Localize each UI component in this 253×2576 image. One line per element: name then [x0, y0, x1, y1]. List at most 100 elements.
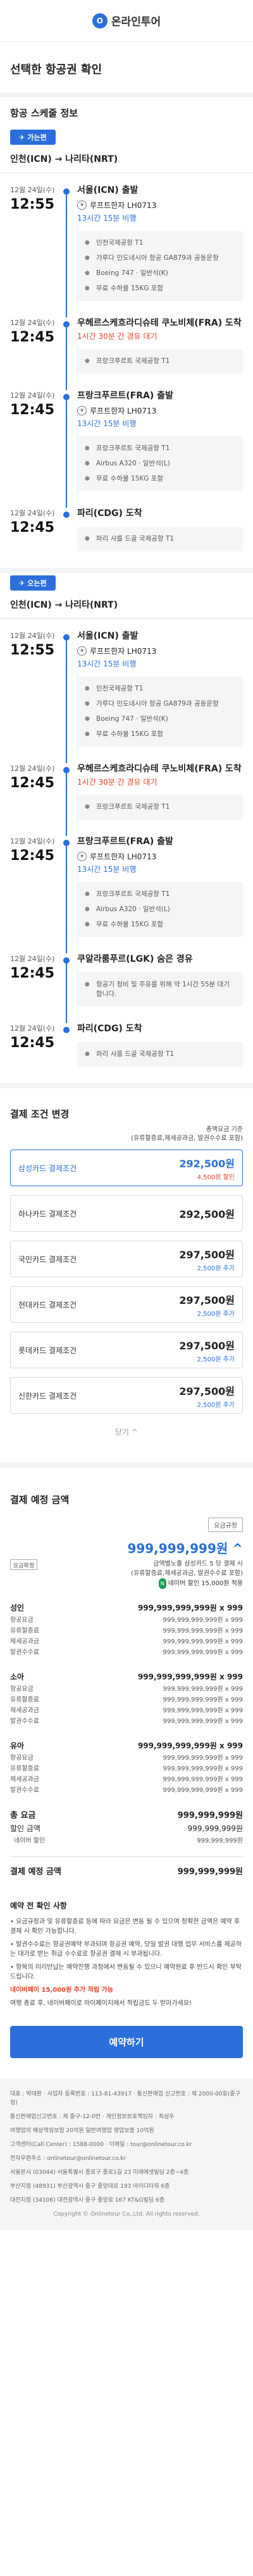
- section-divider: [0, 1463, 253, 1468]
- naver-icon: N: [158, 1578, 166, 1589]
- sum-divider: [10, 1856, 243, 1857]
- info-bullet-icon: ●: [85, 1051, 90, 1057]
- stop-clock: 12:45: [10, 329, 55, 345]
- fare-row-label: 제세공과금: [10, 1638, 39, 1645]
- payment-option-price: 297,500원 2,500원 추가: [179, 1383, 235, 1409]
- footer-line: 통신판매업신고번호 : 제 중구-12-0번 · 개인정보보호책임자 : 최삼두: [10, 2114, 175, 2120]
- info-text: Airbus A320 · 일반석(L): [96, 460, 170, 467]
- fare-row: 제세공과금 999,999,999,999원 x 999: [10, 1774, 243, 1785]
- info-text: 가루다 인도네시아 항공 GA879과 공동운항: [96, 254, 219, 262]
- total-fare-row: 총 요금 999,999,999원: [0, 1810, 253, 1822]
- collapse-button[interactable]: 닫기 ^: [0, 1423, 253, 1463]
- stop-clock: 12:45: [10, 1035, 55, 1051]
- stop-time: 12월 24일(수) 12:55: [10, 630, 62, 763]
- info-row: ● 인천국제공항 T1: [85, 238, 235, 248]
- timeline-dot: [63, 957, 70, 964]
- airline-name: 루프트한자 LH0713: [90, 852, 157, 861]
- payment-options: 삼성카드 결제조건 292,500원 4,500원 할인하나카드 결제조건 292,5…: [0, 1150, 253, 1414]
- payment-option[interactable]: 국민카드 결제조건 297,500원 2,500원 추가: [10, 1241, 243, 1277]
- stop-body: 우헤르스케흐라디슈테 쿠노비체(FRA) 도착 1시간 30분 간 경유 대기 ● 프…: [71, 763, 243, 836]
- info-row: ● 프랑크푸르트 국제공항 T1: [85, 444, 235, 453]
- fare-group-label: 소아: [10, 1672, 25, 1681]
- payment-option-price: 292,500원: [179, 1206, 235, 1221]
- footer: 대표 : 박태환 · 사업자 등록번호 : 113-81-43917 · 통신판…: [0, 2078, 253, 2230]
- info-bullet-icon: ●: [85, 921, 90, 928]
- payment-option-sub: 2,500원 추가: [197, 1265, 235, 1272]
- stop-info-box: ● 인천국제공항 T1 ● 가루다 인도네시아 항공 GA879과 공동운항 ● Boei…: [77, 677, 243, 747]
- total-amount-toggle[interactable]: 999,999,999원 ^: [0, 1532, 253, 1557]
- airline-icon: ✈: [77, 200, 87, 210]
- payment-title: 결제 조건 변경: [10, 1108, 70, 1120]
- payment-option[interactable]: 하나카드 결제조건 292,500원: [10, 1195, 243, 1232]
- info-bullet-icon: ●: [85, 240, 90, 246]
- leg-badge-label: 오는편: [27, 579, 47, 587]
- payment-note-line2: (유류할증료,제세공과금, 발권수수료 포함): [131, 1135, 243, 1142]
- fare-rule-button[interactable]: 요금규정: [208, 1518, 243, 1532]
- naver-discount-value: 999,999,999원: [197, 1837, 243, 1844]
- fare-group: 소아 999,999,999,999원 x 999 항공요금 999,999,999,…: [10, 1672, 243, 1727]
- timeline-stop: 12월 24일(수) 12:55 서울(ICN) 출발 ✈ 루프트한자 LH0713 13…: [0, 185, 253, 317]
- stop-city: 파리(CDG) 도착: [77, 1024, 142, 1034]
- timeline-line: [62, 185, 71, 317]
- logo[interactable]: O 온라인투어: [92, 13, 161, 28]
- timeline-line: [62, 630, 71, 763]
- discount-note: N 네이버 할인 15,000원 적용: [131, 1578, 243, 1589]
- reserve-button[interactable]: 예약하기: [10, 2026, 243, 2058]
- info-row: ● Boeing 747 · 일반석(K): [85, 715, 235, 724]
- payment-option-sub: 4,500원 할인: [197, 1174, 235, 1181]
- stop-clock: 12:55: [10, 197, 55, 212]
- payment-option-amount: 297,500원: [179, 1294, 235, 1306]
- leg-badge: ✈ 오는편: [10, 575, 56, 591]
- stop-body: 파리(CDG) 도착 ● 파리 샤를 드골 국제공항 T1: [71, 1023, 243, 1083]
- section-divider: [0, 1083, 253, 1088]
- timeline-stop: 12월 24일(수) 12:45 쿠알라룸푸르(LGK) 숨은 경유 ● 항공기 정비 …: [0, 954, 253, 1023]
- fare-row: 유류할증료 999,999,999,999원 x 999: [10, 1695, 243, 1705]
- airline-name: 루프트한자 LH0713: [90, 407, 157, 415]
- payment-option[interactable]: 롯데카드 결제조건 297,500원 2,500원 추가: [10, 1332, 243, 1368]
- info-bullet-icon: ●: [85, 536, 90, 542]
- fare-row-label: 유류할증료: [10, 1696, 39, 1703]
- info-row: ● Airbus A320 · 일반석(L): [85, 459, 235, 469]
- fare-row-value: 999,999,999,999원 x 999: [163, 1765, 243, 1772]
- info-text: 파리 샤를 드골 국제공항 T1: [96, 535, 175, 543]
- payment-option[interactable]: 현대카드 결제조건 297,500원 2,500원 추가: [10, 1286, 243, 1323]
- timeline-stop: 12월 24일(수) 12:45 프랑크푸르트(FRA) 출발 ✈ 루프트한자 LH07…: [0, 836, 253, 954]
- info-text: 파리 샤를 드골 국제공항 T1: [96, 1050, 175, 1058]
- stop-duration: 13시간 15분 비행: [77, 214, 137, 223]
- stop-airline: ✈ 루프트한자 LH0713: [77, 405, 243, 416]
- timeline-stop: 12월 24일(수) 12:45 프랑크푸르트(FRA) 출발 ✈ 루프트한자 LH07…: [0, 390, 253, 508]
- stop-clock: 12:45: [10, 966, 55, 981]
- fare-row-value: 999,999,999,999원 x 999: [163, 1696, 243, 1703]
- stop-airline: ✈ 루프트한자 LH0713: [77, 851, 243, 862]
- timeline-dot: [63, 321, 70, 328]
- stop-time: 12월 24일(수) 12:45: [10, 836, 62, 954]
- fare-group-head: 소아 999,999,999,999원 x 999: [10, 1672, 243, 1683]
- payment-option-amount: 297,500원: [179, 1385, 235, 1397]
- notice-last: 여행 종료 후, 네이버페이로 마이페이지에서 적립금도 두 받아가세요!: [10, 2000, 192, 2007]
- amount-title: 결제 예정 금액: [10, 1494, 70, 1506]
- logo-text: 온라인투어: [111, 16, 161, 28]
- plane-icon: ✈: [19, 133, 25, 142]
- payment-option-name: 신한카드 결제조건: [18, 1391, 77, 1401]
- info-bullet-icon: ●: [85, 460, 90, 467]
- info-bullet-icon: ●: [85, 685, 90, 692]
- info-bullet-icon: ●: [85, 731, 90, 737]
- payment-option[interactable]: 삼성카드 결제조건 292,500원 4,500원 할인: [10, 1150, 243, 1186]
- fare-row-label: 항공요금: [10, 1617, 34, 1624]
- info-row: ● 파리 샤를 드골 국제공항 T1: [85, 1050, 235, 1059]
- info-row: ● Boeing 747 · 일반석(K): [85, 269, 235, 278]
- info-bullet-icon: ●: [85, 255, 90, 261]
- stop-clock: 12:55: [10, 642, 55, 658]
- footer-line: 대전지점 (34106) 대전광역시 중구 중앙로 167 KT&G빌딩 6층: [10, 2197, 165, 2204]
- stop-info-box: ● 항공기 정비 및 주유를 위해 약 1시간 55분 대기합니다.: [77, 972, 243, 1007]
- info-bullet-icon: ●: [85, 475, 90, 482]
- stop-duration: 1시간 30분 간 경유 대기: [77, 778, 157, 787]
- payment-option[interactable]: 신한카드 결제조건 297,500원 2,500원 추가: [10, 1377, 243, 1414]
- stop-body: 우헤르스케흐라디슈테 쿠노비체(FRA) 도착 1시간 30분 간 경유 대기 ● 프…: [71, 317, 243, 390]
- info-bullet-icon: ●: [85, 285, 90, 291]
- info-text: 인천국제공항 T1: [96, 685, 144, 692]
- stop-city: 서울(ICN) 출발: [77, 631, 139, 641]
- stop-date: 12월 24일(수): [10, 319, 55, 327]
- stop-body: 프랑크푸르트(FRA) 출발 ✈ 루프트한자 LH0713 13시간 15분 비행 ● 프…: [71, 836, 243, 954]
- stop-info-box: ● 프랑크푸르트 국제공항 T1: [77, 349, 243, 374]
